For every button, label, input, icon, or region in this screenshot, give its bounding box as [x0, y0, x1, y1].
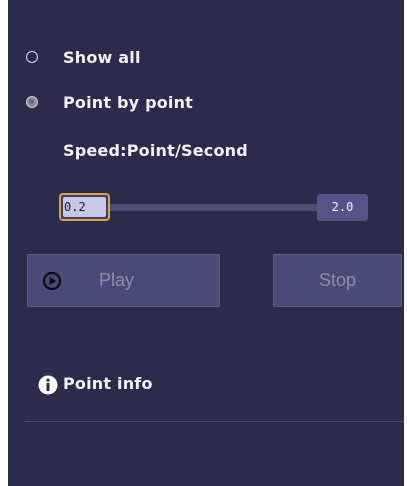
speed-label: Speed:Point/Second — [63, 141, 248, 160]
play-circle-icon — [42, 271, 62, 291]
speed-min-handle[interactable]: 0.2 — [59, 193, 110, 221]
play-button-label: Play — [99, 270, 135, 290]
control-panel — [8, 0, 407, 486]
speed-min-value[interactable]: 0.2 — [63, 197, 106, 217]
stop-button[interactable]: Stop — [273, 254, 402, 307]
info-icon — [38, 375, 58, 395]
stop-button-label: Stop — [318, 270, 357, 290]
speed-max-handle[interactable]: 2.0 — [317, 194, 368, 221]
play-button[interactable]: Play — [27, 254, 220, 307]
radio-show-all-indicator[interactable] — [26, 51, 38, 63]
point-info-label: Point info — [63, 374, 153, 393]
divider — [25, 421, 404, 422]
radio-point-by-point-label[interactable]: Point by point — [63, 93, 193, 112]
radio-show-all-label[interactable]: Show all — [63, 48, 141, 67]
radio-point-by-point-indicator[interactable] — [26, 96, 38, 108]
radio-show-all[interactable]: Show all — [26, 46, 141, 68]
radio-point-by-point[interactable]: Point by point — [26, 91, 193, 113]
